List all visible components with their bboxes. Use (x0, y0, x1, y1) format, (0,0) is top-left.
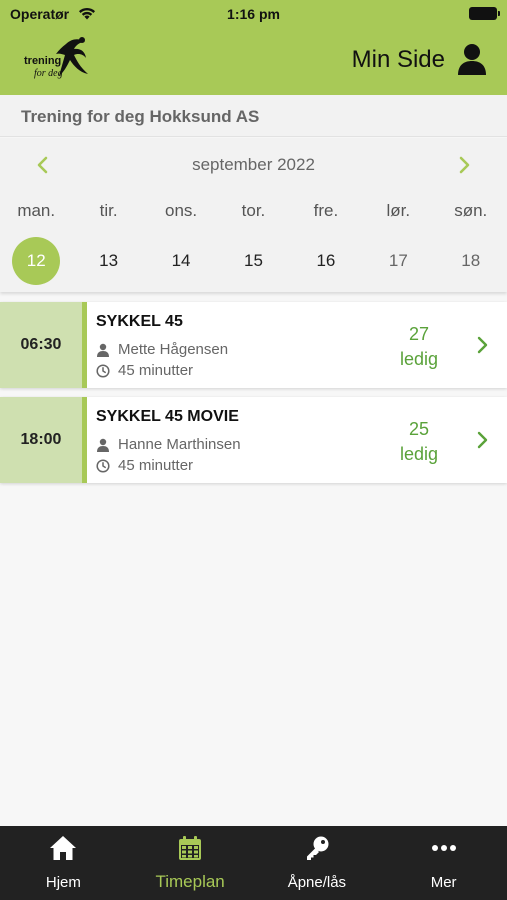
gym-bar: Trening for deg Hokksund AS (0, 95, 507, 137)
app-header: Operatør 1:16 pm trening for deg Min Sid… (0, 0, 507, 95)
week-calendar: september 2022 man. tir. ons. tor. fre. … (0, 138, 507, 292)
day-number: 14 (171, 251, 191, 270)
day[interactable]: 15 (217, 237, 289, 285)
day-number: 16 (316, 251, 336, 270)
availability: 27 ledig (380, 322, 458, 372)
weekday-label: man. (17, 201, 56, 220)
home-icon (50, 836, 77, 860)
gym-title: Trening for deg Hokksund AS (21, 107, 260, 126)
tab-label: Mer (430, 874, 457, 891)
weekday-label: ons. (164, 201, 198, 220)
person-icon (97, 343, 109, 357)
day-number: 18 (461, 251, 481, 270)
session-card[interactable]: 18:00 SYKKEL 45 MOVIE Hanne Marthinsen 4… (0, 397, 507, 483)
tab-mer[interactable]: Mer (380, 826, 507, 900)
day-selected[interactable]: 12 (0, 237, 72, 285)
duration-text: 45 minutter (118, 457, 194, 474)
battery-icon (469, 7, 500, 20)
session-instructor: Hanne Marthinsen (96, 436, 241, 453)
session-time: 06:30 (0, 302, 82, 388)
available-count: 27 (408, 324, 430, 344)
more-icon (431, 845, 456, 851)
trening-for-deg-logo[interactable]: trening for deg (22, 36, 94, 82)
weekday-label: tor. (241, 201, 266, 220)
session-duration: 45 minutter (96, 457, 193, 474)
day[interactable]: 18 (435, 237, 507, 285)
tab-timeplan[interactable]: Timeplan (127, 826, 254, 900)
availability: 25 ledig (380, 417, 458, 467)
weekday-label: tir. (99, 201, 118, 220)
available-label: ledig (399, 444, 439, 464)
session-time: 18:00 (0, 397, 82, 483)
instructor-name: Hanne Marthinsen (118, 436, 241, 453)
status-bar: Operatør 1:16 pm (0, 0, 507, 28)
tab-label: Hjem (45, 874, 81, 891)
weekday-label: fre. (313, 201, 339, 220)
instructor-name: Mette Hågensen (118, 341, 229, 358)
day-number: 13 (99, 251, 119, 270)
day-row: 12 13 14 15 16 17 18 (0, 237, 507, 285)
svg-text:trening: trening (24, 55, 61, 67)
chevron-right-icon[interactable] (476, 431, 490, 449)
clock-icon (96, 363, 110, 378)
available-label: ledig (399, 349, 439, 369)
tab-label: Timeplan (155, 872, 225, 891)
weekday-label: søn. (454, 201, 488, 220)
session-accent-bar (82, 397, 87, 483)
weekday-label: lør. (386, 201, 411, 220)
status-time: 1:16 pm (227, 6, 280, 22)
day[interactable]: 13 (72, 237, 144, 285)
tab-label: Åpne/lås (287, 874, 347, 891)
key-icon (306, 836, 329, 860)
session-card[interactable]: 06:30 SYKKEL 45 Mette Hågensen 45 minutt… (0, 302, 507, 388)
session-accent-bar (82, 302, 87, 388)
day[interactable]: 17 (362, 237, 434, 285)
next-week-button[interactable] (455, 156, 473, 174)
duration-text: 45 minutter (118, 362, 194, 379)
min-side-label[interactable]: Min Side (352, 46, 445, 74)
chevron-right-icon[interactable] (476, 336, 490, 354)
session-instructor: Mette Hågensen (96, 341, 228, 358)
day[interactable]: 14 (145, 237, 217, 285)
weekday-row: man. tir. ons. tor. fre. lør. søn. (0, 201, 507, 221)
calendar-icon (179, 836, 202, 860)
svg-text:for deg: for deg (34, 68, 63, 79)
tab-bar: Hjem Timeplan Åpne/lås Mer (0, 826, 507, 900)
day-number: 12 (12, 237, 61, 285)
session-duration: 45 minutter (96, 362, 193, 379)
person-icon (97, 438, 109, 452)
available-count: 25 (408, 419, 430, 439)
person-icon[interactable] (457, 43, 487, 75)
day-number: 15 (244, 251, 263, 270)
clock-icon (96, 458, 110, 473)
day[interactable]: 16 (290, 237, 362, 285)
session-name: SYKKEL 45 MOVIE (96, 408, 239, 425)
month-label: september 2022 (192, 155, 315, 174)
tab-apne-las[interactable]: Åpne/lås (254, 826, 381, 900)
session-name: SYKKEL 45 (96, 313, 183, 330)
tab-hjem[interactable]: Hjem (0, 826, 127, 900)
day-number: 17 (388, 251, 408, 270)
